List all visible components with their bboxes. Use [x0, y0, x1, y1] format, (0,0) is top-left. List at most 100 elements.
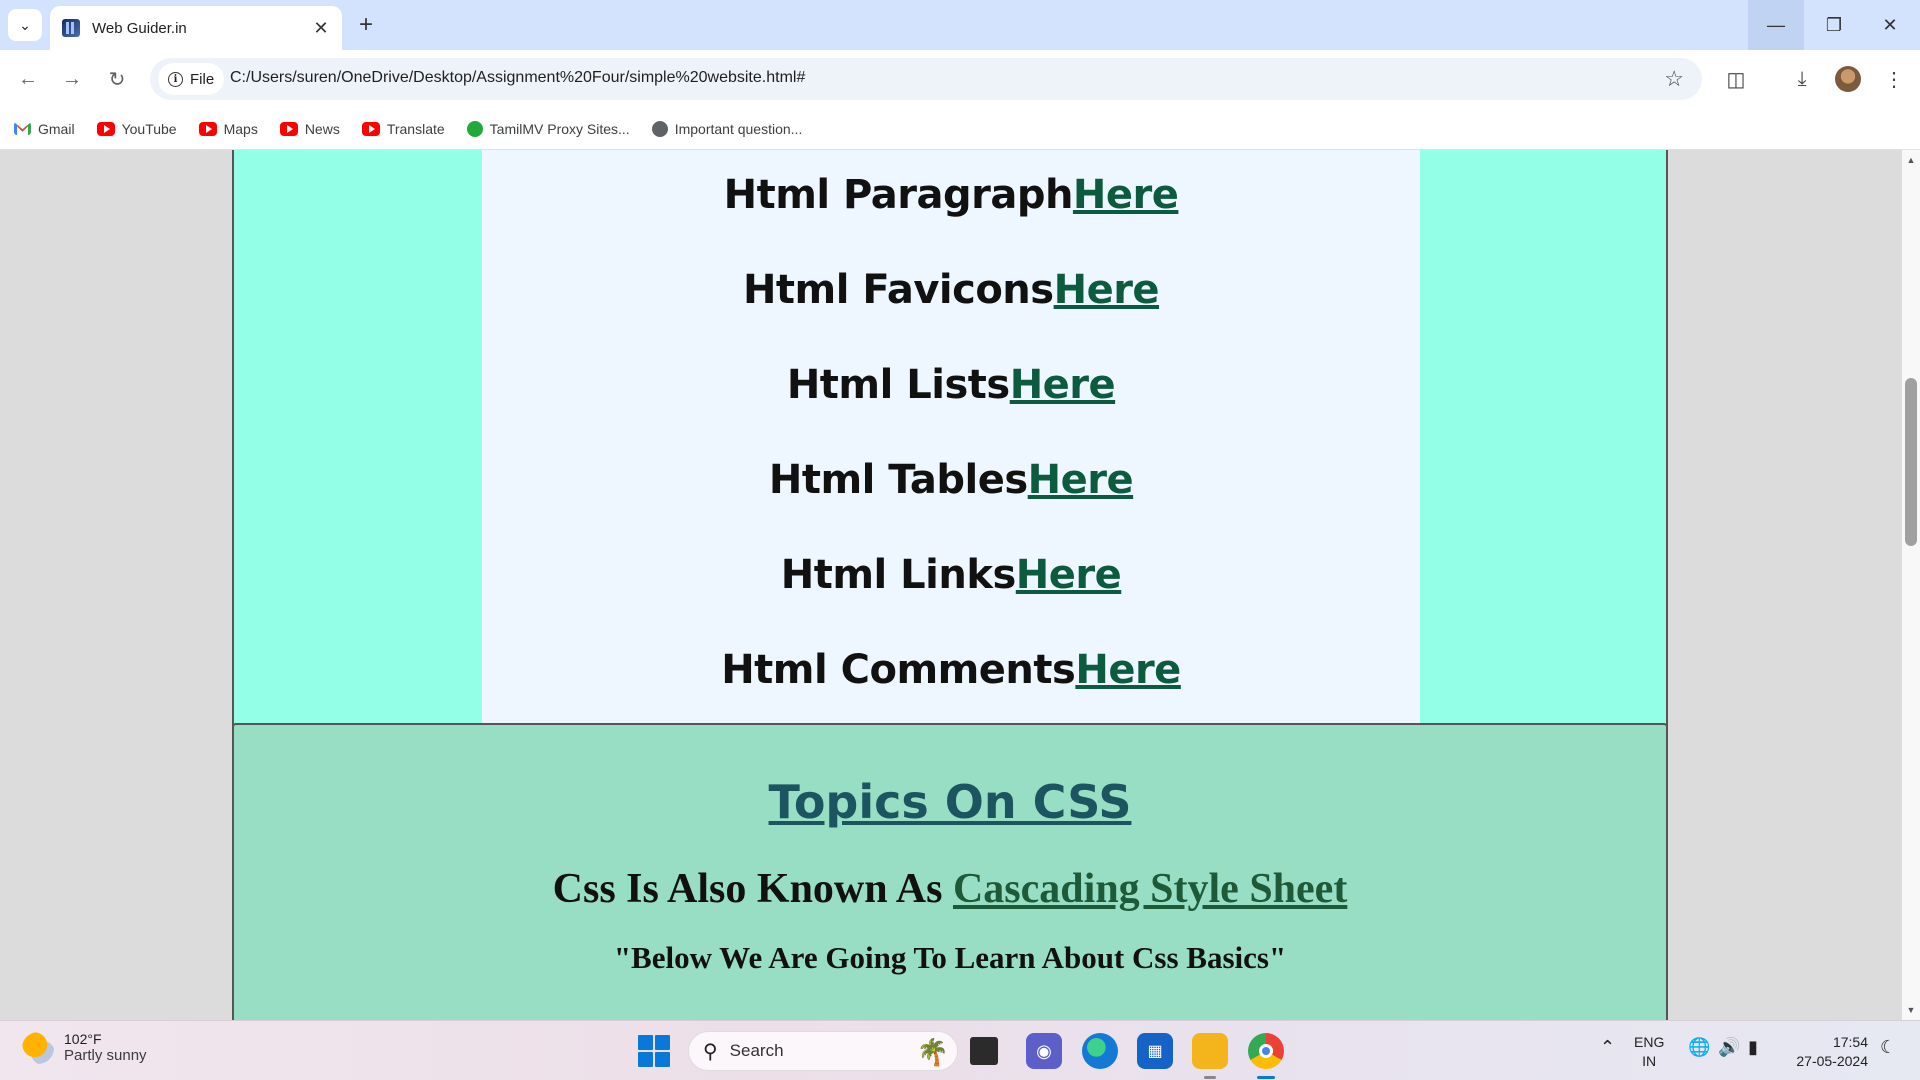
- windows-taskbar: 102°F Partly sunny ⚲ Search 🌴 ◉ ▦ ⌃ ENG …: [0, 1020, 1920, 1080]
- windows-start-icon[interactable]: [638, 1035, 670, 1067]
- tab-search-button[interactable]: ⌄: [8, 9, 42, 41]
- youtube-icon: [361, 121, 380, 136]
- topic-link[interactable]: Here: [1028, 457, 1134, 503]
- title-bar: ⌄ Web Guider.in ✕ + — ❐ ✕: [0, 0, 1920, 50]
- new-tab-button[interactable]: +: [352, 11, 380, 39]
- region-code: IN: [1642, 1053, 1657, 1069]
- weather-temperature: 102°F: [64, 1031, 102, 1047]
- page-scrollbar[interactable]: ▲ ▼: [1902, 150, 1920, 1020]
- chevron-down-icon: ⌄: [19, 16, 31, 33]
- youtube-icon: [279, 121, 298, 136]
- css-subtitle-link[interactable]: Cascading Style Sheet: [953, 866, 1347, 912]
- topic-label: Html Paragraph: [723, 172, 1074, 218]
- scroll-down-arrow-icon[interactable]: ▼: [1902, 1002, 1920, 1018]
- url-text[interactable]: C:/Users/suren/OneDrive/Desktop/Assignme…: [230, 69, 805, 87]
- gmail-icon: [14, 122, 31, 135]
- taskbar-search-box[interactable]: ⚲ Search 🌴: [688, 1031, 958, 1071]
- site-info-chip[interactable]: i File: [158, 63, 225, 95]
- palm-tree-icon: 🌴: [916, 1037, 949, 1067]
- tab-title: Web Guider.in: [92, 19, 187, 37]
- clock-time: 17:54: [1832, 1034, 1868, 1050]
- menu-kebab-icon[interactable]: ⋮: [1878, 63, 1910, 95]
- file-explorer-icon[interactable]: [1192, 1033, 1228, 1079]
- bookmark-translate[interactable]: Translate: [361, 120, 445, 137]
- restore-button[interactable]: ❐: [1806, 0, 1862, 50]
- search-icon: ⚲: [703, 1040, 718, 1063]
- extensions-icon[interactable]: ◫: [1720, 63, 1752, 95]
- battery-icon[interactable]: ▮: [1748, 1037, 1758, 1058]
- css-quote: "Below We Are Going To Learn About Css B…: [613, 940, 1287, 975]
- reload-icon: ↻: [108, 68, 126, 91]
- chevron-up-icon[interactable]: ⌃: [1600, 1037, 1615, 1058]
- minimize-button[interactable]: —: [1748, 0, 1804, 50]
- app-running-indicator: [1204, 1076, 1216, 1079]
- bookmark-label: Maps: [223, 120, 258, 137]
- html-topic-item: Html ParagraphHere: [482, 172, 1420, 218]
- store-grid-icon: ▦: [1147, 1043, 1163, 1060]
- close-tab-icon[interactable]: ✕: [310, 17, 332, 39]
- store-icon[interactable]: ▦: [1137, 1033, 1173, 1069]
- arrow-left-icon: ←: [18, 67, 38, 90]
- browser-tab[interactable]: Web Guider.in ✕: [50, 6, 342, 50]
- topic-link[interactable]: Here: [1016, 552, 1122, 598]
- youtube-icon: [198, 121, 217, 136]
- topic-link[interactable]: Here: [1010, 362, 1116, 408]
- bookmarks-bar: Gmail YouTube Maps News Translate TamilM…: [0, 108, 1920, 150]
- bookmark-label: Gmail: [38, 120, 75, 137]
- bookmark-gmail[interactable]: Gmail: [14, 121, 75, 137]
- bookmark-label: News: [304, 120, 340, 137]
- address-bar[interactable]: i File C:/Users/suren/OneDrive/Desktop/A…: [150, 58, 1702, 100]
- info-icon: i: [168, 71, 183, 87]
- site-chip-label: File: [190, 70, 215, 88]
- topic-label: Html Links: [780, 552, 1017, 598]
- bookmark-label: Translate: [386, 120, 445, 137]
- search-placeholder: Search: [729, 1041, 784, 1060]
- chrome-center-icon: [1259, 1044, 1273, 1058]
- bookmark-star-icon[interactable]: ☆: [1664, 66, 1684, 92]
- video-chat-icon[interactable]: ◉: [1026, 1033, 1062, 1069]
- html-topic-item: Html LinksHere: [482, 552, 1420, 598]
- topic-label: Html Tables: [768, 457, 1028, 503]
- bookmark-label: Important question...: [674, 120, 803, 137]
- bookmark-important-question[interactable]: Important question...: [651, 120, 803, 137]
- weather-widget[interactable]: 102°F Partly sunny: [22, 1031, 147, 1064]
- language-code: ENG: [1634, 1034, 1665, 1050]
- bookmark-tamilmv[interactable]: TamilMV Proxy Sites...: [466, 120, 630, 137]
- bookmark-maps[interactable]: Maps: [198, 120, 258, 137]
- close-window-button[interactable]: ✕: [1862, 0, 1918, 50]
- topic-link[interactable]: Here: [1075, 647, 1181, 693]
- task-view-icon[interactable]: [970, 1037, 998, 1065]
- edge-browser-icon[interactable]: [1082, 1033, 1118, 1069]
- html-topic-item: Html TablesHere: [482, 457, 1420, 503]
- chrome-icon[interactable]: [1248, 1033, 1284, 1079]
- green-circle-icon: [466, 120, 483, 137]
- html-topic-item: Html CommentsHere: [482, 647, 1420, 693]
- profile-avatar[interactable]: [1835, 66, 1861, 92]
- scroll-up-arrow-icon[interactable]: ▲: [1902, 152, 1920, 168]
- bookmark-news[interactable]: News: [279, 120, 340, 137]
- bookmark-youtube[interactable]: YouTube: [96, 120, 177, 137]
- youtube-icon: [96, 121, 115, 136]
- page-viewport: Html ParagraphHere Html FaviconsHere Htm…: [0, 150, 1902, 1020]
- topic-link[interactable]: Here: [1054, 267, 1160, 313]
- network-globe-icon[interactable]: 🌐: [1688, 1037, 1710, 1058]
- bookmark-label: TamilMV Proxy Sites...: [489, 120, 630, 137]
- back-button[interactable]: ←: [12, 63, 44, 95]
- language-indicator[interactable]: ENG IN: [1634, 1033, 1664, 1071]
- bookmark-label: YouTube: [121, 120, 177, 137]
- topic-label: Html Favicons: [742, 267, 1054, 313]
- download-icon[interactable]: ⤓: [1786, 63, 1818, 95]
- notification-moon-icon[interactable]: ☾: [1880, 1037, 1896, 1058]
- css-subtitle: Css Is Also Known As Cascading Style She…: [234, 865, 1666, 913]
- topic-label: Html Comments: [721, 647, 1076, 693]
- clock-date: 27-05-2024: [1796, 1053, 1868, 1069]
- reload-button[interactable]: ↻: [101, 63, 133, 95]
- system-clock[interactable]: 17:54 27-05-2024: [1780, 1033, 1868, 1071]
- css-section-title[interactable]: Topics On CSS: [234, 775, 1666, 829]
- browser-toolbar: ← → ↻ i File C:/Users/suren/OneDrive/Des…: [0, 50, 1920, 108]
- arrow-right-icon: →: [62, 67, 82, 90]
- volume-icon[interactable]: 🔊: [1718, 1037, 1740, 1058]
- topic-link[interactable]: Here: [1073, 172, 1179, 218]
- forward-button[interactable]: →: [56, 63, 88, 95]
- scroll-thumb[interactable]: [1905, 378, 1917, 546]
